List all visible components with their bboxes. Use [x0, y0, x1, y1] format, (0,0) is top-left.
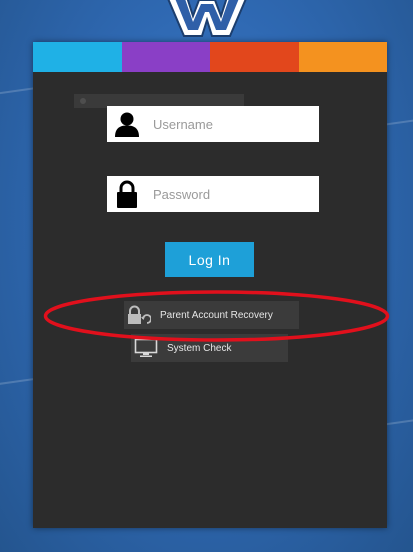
lock-icon	[107, 176, 147, 212]
logo	[167, 0, 247, 37]
lock-refresh-icon	[124, 301, 154, 329]
ghost-dot	[80, 98, 86, 104]
color-bar	[33, 42, 387, 72]
system-check-label: System Check	[167, 342, 232, 354]
color-bar-purple	[121, 42, 210, 72]
background-streak	[384, 416, 413, 426]
password-input[interactable]	[147, 179, 313, 209]
system-check-button[interactable]: System Check	[131, 334, 288, 362]
password-field[interactable]	[107, 176, 319, 212]
parent-account-recovery-label: Parent Account Recovery	[160, 309, 273, 321]
color-bar-cyan	[33, 42, 122, 72]
username-input[interactable]	[147, 109, 313, 139]
monitor-icon	[131, 334, 161, 362]
color-bar-red	[210, 42, 299, 72]
login-button[interactable]: Log In	[165, 242, 254, 277]
username-field[interactable]	[107, 106, 319, 142]
user-icon	[107, 106, 147, 142]
color-bar-orange	[298, 42, 387, 72]
parent-account-recovery-button[interactable]: Parent Account Recovery	[124, 301, 299, 329]
